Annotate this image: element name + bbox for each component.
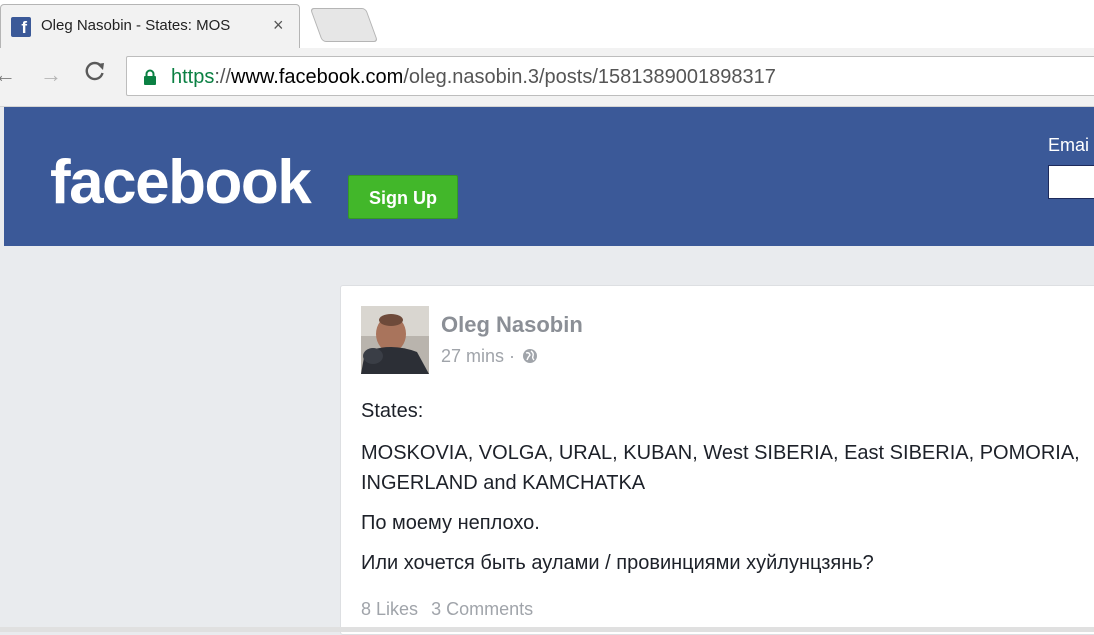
browser-tab-strip: f Oleg Nasobin - States: MOS × — [0, 0, 1094, 49]
back-icon[interactable]: ← — [0, 62, 16, 88]
post-time[interactable]: 27 mins — [441, 346, 504, 366]
comments-count[interactable]: 3 Comments — [431, 599, 533, 619]
email-label: Emai — [1048, 135, 1090, 155]
post-author[interactable]: Oleg Nasobin — [441, 312, 583, 338]
post-paragraph: States: — [361, 400, 424, 422]
likes-count[interactable]: 8 Likes — [361, 599, 418, 619]
avatar-photo — [361, 306, 429, 374]
post-paragraph: По моему неплохо. — [361, 512, 540, 534]
browser-toolbar: ← → https://www.facebook.com/oleg.nasobi… — [0, 48, 1094, 107]
avatar[interactable] — [361, 306, 429, 374]
post-paragraph: Или хочется быть аулами / провинциями ху… — [361, 552, 874, 574]
url-separator: :// — [214, 66, 232, 88]
tab-close-icon[interactable]: × — [273, 15, 284, 36]
address-bar[interactable]: https://www.facebook.com/oleg.nasobin.3/… — [126, 56, 1094, 96]
reload-arrow-icon — [85, 61, 104, 81]
url-scheme: https — [171, 66, 215, 88]
post-meta: 27 mins · — [441, 346, 538, 367]
url-path: /oleg.nasobin.3/posts/1581389001898317 — [403, 66, 776, 88]
meta-separator: · — [509, 346, 516, 366]
facebook-header: facebook Sign Up Emai — [4, 107, 1094, 246]
globe-icon — [523, 349, 538, 363]
tab-title: Oleg Nasobin - States: MOS — [41, 17, 231, 34]
post-stats: 8 Likes 3 Comments — [361, 599, 541, 620]
facebook-favicon-icon: f — [11, 17, 31, 37]
post-paragraph: MOSKOVIA, VOLGA, URAL, KUBAN, West SIBER… — [361, 442, 1080, 494]
lock-icon — [144, 69, 156, 85]
reload-icon[interactable] — [84, 60, 106, 89]
browser-tab-active[interactable]: f Oleg Nasobin - States: MOS × — [0, 4, 300, 48]
post-body: States: MOSKOVIA, VOLGA, URAL, KUBAN, We… — [361, 396, 1091, 588]
url-host: www.facebook.com — [231, 66, 404, 88]
post-card: Oleg Nasobin 27 mins · States: MOSKOVIA,… — [340, 285, 1094, 635]
url-text: https://www.facebook.com/oleg.nasobin.3/… — [171, 66, 776, 89]
page-bottom-edge — [0, 627, 1094, 632]
new-tab-button[interactable] — [309, 8, 379, 42]
forward-icon[interactable]: → — [40, 62, 62, 88]
facebook-logo[interactable]: facebook — [50, 147, 312, 218]
email-input[interactable] — [1048, 165, 1094, 199]
sign-up-button[interactable]: Sign Up — [348, 175, 458, 219]
